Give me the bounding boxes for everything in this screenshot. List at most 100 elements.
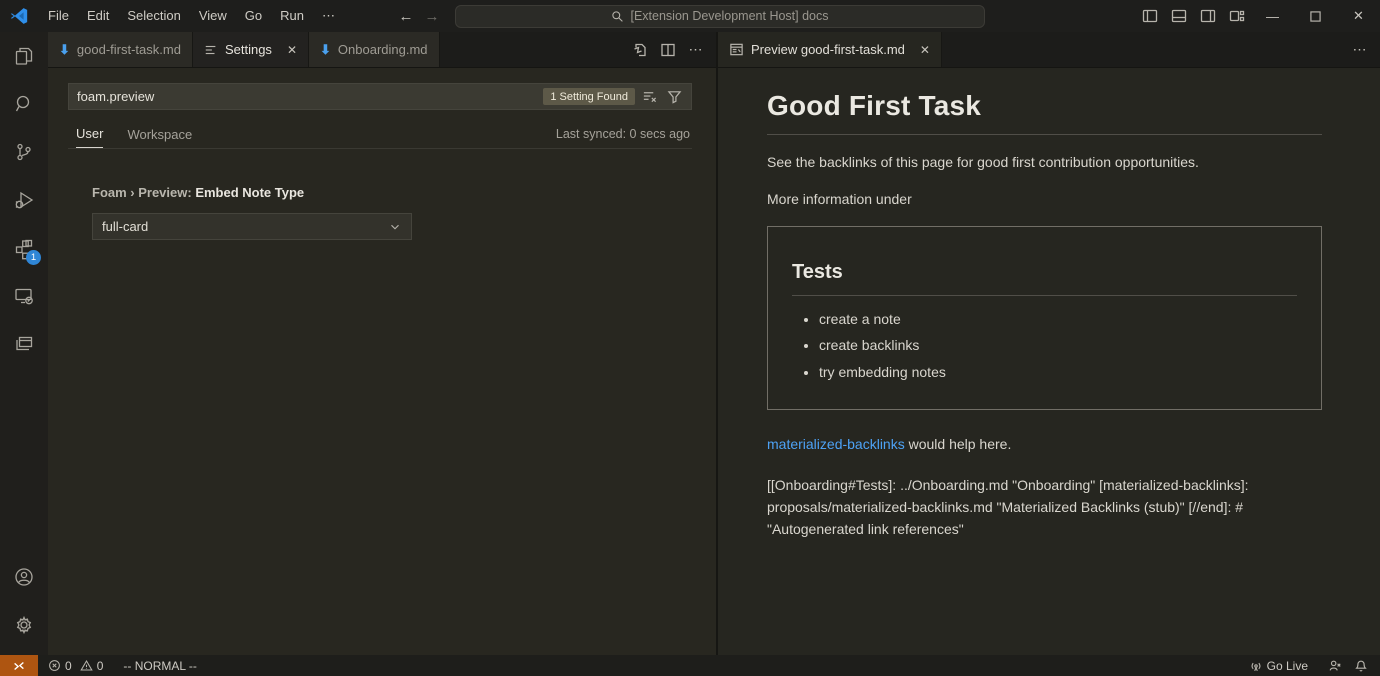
preview-link-line: materialized-backlinks would help here.	[767, 436, 1322, 452]
markdown-file-icon: ⬇	[320, 42, 331, 58]
toggle-primary-sidebar-icon[interactable]	[1135, 0, 1164, 32]
scope-tab-workspace[interactable]: Workspace	[127, 127, 192, 148]
tab-label: Preview good-first-task.md	[751, 42, 905, 57]
list-item: create backlinks	[819, 336, 1297, 356]
errors-icon	[48, 659, 61, 672]
select-value: full-card	[102, 219, 148, 234]
filter-icon[interactable]	[663, 86, 685, 108]
menu-more-icon[interactable]: ⋯	[313, 5, 345, 27]
link-suffix-text: would help here.	[905, 436, 1012, 452]
open-settings-json-icon[interactable]	[628, 38, 652, 62]
menu-view[interactable]: View	[190, 5, 236, 27]
more-actions-icon[interactable]: ⋯	[1348, 38, 1372, 62]
markdown-preview: Good First Task See the backlinks of thi…	[718, 68, 1380, 655]
markdown-file-icon: ⬇	[59, 42, 70, 58]
extensions-badge: 1	[26, 250, 41, 265]
settings-search-box: 1 Setting Found	[68, 83, 692, 110]
status-bar: 0 0 -- NORMAL -- Go Live	[0, 655, 1380, 676]
titlebar-controls: — ✕	[1135, 0, 1380, 32]
editor-actions-group-2: ⋯	[1348, 32, 1380, 67]
setting-embed-note-type: Foam › Preview: Embed Note Type full-car…	[68, 185, 692, 240]
title-bar: File Edit Selection View Go Run ⋯ ← → [E…	[0, 0, 1380, 32]
last-synced-label: Last synced: 0 secs ago	[556, 127, 690, 147]
command-center-search[interactable]: [Extension Development Host] docs	[455, 5, 985, 28]
tab-label: Settings	[225, 42, 272, 57]
vim-mode-label: -- NORMAL --	[123, 659, 197, 673]
split-editor-icon[interactable]	[656, 38, 680, 62]
source-control-icon[interactable]	[0, 128, 48, 176]
note-card-list: create a note create backlinks try embed…	[792, 310, 1297, 384]
window-close-icon[interactable]: ✕	[1337, 0, 1380, 32]
link-references-text: [[Onboarding#Tests]: ../Onboarding.md "O…	[767, 474, 1322, 540]
tab-close-icon[interactable]: ✕	[920, 43, 930, 57]
menu-file[interactable]: File	[39, 5, 78, 27]
remote-explorer-icon[interactable]	[0, 272, 48, 320]
toggle-panel-icon[interactable]	[1164, 0, 1193, 32]
go-live-button[interactable]: Go Live	[1243, 655, 1314, 676]
setting-title: Foam › Preview: Embed Note Type	[92, 185, 692, 200]
menu-run[interactable]: Run	[271, 5, 313, 27]
tab-close-icon[interactable]: ✕	[287, 43, 297, 57]
settings-found-badge: 1 Setting Found	[543, 88, 635, 105]
command-center-label: [Extension Development Host] docs	[630, 9, 828, 23]
note-card-heading: Tests	[792, 261, 1297, 296]
feedback-icon[interactable]	[1322, 655, 1348, 676]
broadcast-icon	[1249, 659, 1263, 673]
main-area: 1 ⬇ good-first-task.md Settings	[0, 32, 1380, 655]
tab-label: good-first-task.md	[77, 42, 181, 57]
toggle-secondary-sidebar-icon[interactable]	[1193, 0, 1222, 32]
menu-go[interactable]: Go	[236, 5, 271, 27]
notifications-bell-icon[interactable]	[1348, 655, 1374, 676]
window-minimize-icon[interactable]: —	[1251, 0, 1294, 32]
editor-group-1: ⬇ good-first-task.md Settings ✕ ⬇ Onboar…	[48, 32, 716, 655]
materialized-backlinks-link[interactable]: materialized-backlinks	[767, 436, 905, 452]
settings-editor: 1 Setting Found User Workspace Last sync…	[48, 68, 716, 655]
vim-mode-status[interactable]: -- NORMAL --	[117, 655, 203, 676]
extensions-icon[interactable]: 1	[0, 224, 48, 272]
nav-forward-icon[interactable]: →	[419, 8, 445, 25]
tab-preview-good-first-task[interactable]: Preview good-first-task.md ✕	[718, 32, 942, 67]
run-debug-icon[interactable]	[0, 176, 48, 224]
chevron-down-icon	[388, 220, 402, 234]
tab-bar-group-1: ⬇ good-first-task.md Settings ✕ ⬇ Onboar…	[48, 32, 716, 68]
setting-label: Embed Note Type	[195, 185, 304, 200]
windows-panel-icon[interactable]	[0, 320, 48, 368]
preview-title: Good First Task	[767, 90, 1322, 135]
remote-indicator[interactable]	[0, 655, 38, 676]
nav-back-icon[interactable]: ←	[393, 8, 419, 25]
tab-onboarding[interactable]: ⬇ Onboarding.md	[309, 32, 440, 67]
preview-paragraph: See the backlinks of this page for good …	[767, 152, 1322, 172]
explorer-icon[interactable]	[0, 32, 48, 80]
tab-bar-group-2: Preview good-first-task.md ✕ ⋯	[718, 32, 1380, 68]
tab-label: Onboarding.md	[338, 42, 428, 57]
problems-status[interactable]: 0 0	[42, 655, 109, 676]
manage-gear-icon[interactable]	[0, 601, 48, 649]
status-bar-right: Go Live	[1243, 655, 1380, 676]
warnings-icon	[80, 659, 93, 672]
tab-good-first-task[interactable]: ⬇ good-first-task.md	[48, 32, 193, 67]
tab-settings[interactable]: Settings ✕	[193, 32, 309, 67]
scope-tab-user[interactable]: User	[76, 126, 103, 148]
customize-layout-icon[interactable]	[1222, 0, 1251, 32]
embed-note-type-select[interactable]: full-card	[92, 213, 412, 240]
clear-filters-icon[interactable]	[638, 86, 660, 108]
window-maximize-icon[interactable]	[1294, 0, 1337, 32]
activity-bar: 1	[0, 32, 48, 655]
embedded-note-card: Tests create a note create backlinks try…	[767, 226, 1322, 411]
editor-actions-group-1: ⋯	[628, 32, 716, 67]
editor-group-2: Preview good-first-task.md ✕ ⋯ Good Firs…	[718, 32, 1380, 655]
nav-center: ← → [Extension Development Host] docs	[393, 0, 985, 32]
more-actions-icon[interactable]: ⋯	[684, 38, 708, 62]
menu-selection[interactable]: Selection	[118, 5, 189, 27]
menu-edit[interactable]: Edit	[78, 5, 118, 27]
settings-tune-icon	[204, 43, 218, 57]
accounts-icon[interactable]	[0, 553, 48, 601]
warnings-count: 0	[97, 659, 104, 673]
list-item: try embedding notes	[819, 363, 1297, 383]
search-sidebar-icon[interactable]	[0, 80, 48, 128]
settings-scope-row: User Workspace Last synced: 0 secs ago	[68, 126, 692, 149]
setting-category: Foam › Preview:	[92, 185, 195, 200]
settings-search-input[interactable]	[69, 89, 543, 104]
remote-icon	[12, 659, 26, 673]
vscode-logo-icon	[9, 6, 29, 26]
